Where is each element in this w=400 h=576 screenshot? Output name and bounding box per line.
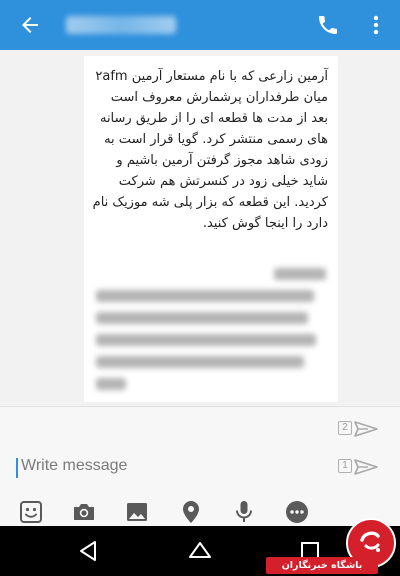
send-icon	[354, 421, 378, 437]
sim1-badge: 1	[338, 459, 352, 473]
message-input[interactable]: Write message	[16, 455, 326, 481]
blurred-line	[96, 290, 314, 302]
message-bubble[interactable]: آرمین زارعی که با نام مستعار آرمین ۲afm …	[84, 56, 338, 402]
text-cursor	[16, 458, 18, 478]
blurred-line	[96, 334, 316, 346]
blurred-line	[96, 356, 304, 368]
send-icon	[354, 459, 378, 475]
nav-home-icon[interactable]	[188, 539, 212, 563]
sticker-icon[interactable]	[18, 499, 44, 525]
message-link-blurred	[96, 268, 326, 400]
watermark-text: باشگاه خبرنگاران	[266, 557, 378, 574]
blurred-line	[96, 312, 308, 324]
send-sim2-button[interactable]: 2	[338, 419, 382, 439]
app-bar	[0, 0, 400, 50]
blurred-line	[274, 268, 326, 280]
location-icon[interactable]	[178, 499, 204, 525]
camera-icon[interactable]	[71, 499, 97, 525]
back-arrow-icon[interactable]	[18, 13, 42, 37]
contact-title-blurred	[66, 16, 176, 34]
more-horizontal-icon[interactable]	[284, 499, 310, 525]
microphone-icon[interactable]	[231, 499, 257, 525]
phone-icon[interactable]	[316, 13, 340, 37]
sim2-badge: 2	[338, 421, 352, 435]
message-placeholder: Write message	[21, 457, 128, 474]
message-text: آرمین زارعی که با نام مستعار آرمین ۲afm …	[92, 69, 328, 231]
image-icon[interactable]	[124, 499, 150, 525]
conversation-area: آرمین زارعی که با نام مستعار آرمین ۲afm …	[0, 50, 400, 406]
more-vertical-icon[interactable]	[366, 13, 386, 37]
composer: 2 1 Write message	[0, 406, 400, 526]
send-sim1-button[interactable]: 1	[338, 457, 382, 477]
blurred-line	[96, 378, 126, 390]
nav-back-icon[interactable]	[76, 539, 100, 563]
attachment-toolbar	[0, 499, 400, 527]
